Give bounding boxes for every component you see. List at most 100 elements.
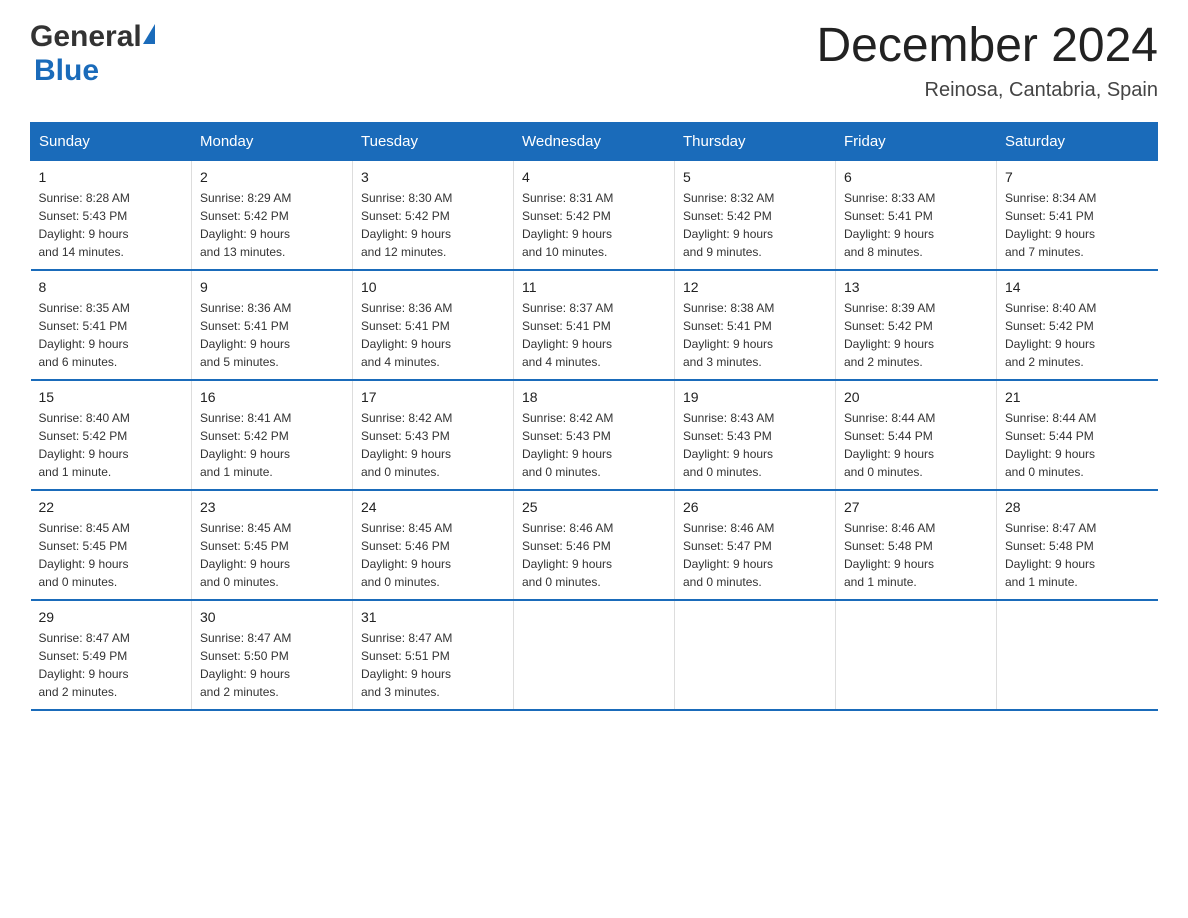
day-info: Sunrise: 8:42 AMSunset: 5:43 PMDaylight:…	[361, 409, 505, 481]
logo-blue-text: Blue	[34, 54, 99, 87]
day-info: Sunrise: 8:29 AMSunset: 5:42 PMDaylight:…	[200, 189, 344, 261]
day-cell: 24 Sunrise: 8:45 AMSunset: 5:46 PMDayligh…	[353, 490, 514, 600]
day-cell	[675, 600, 836, 710]
header-saturday: Saturday	[997, 122, 1158, 160]
day-cell: 17 Sunrise: 8:42 AMSunset: 5:43 PMDayligh…	[353, 380, 514, 490]
day-number: 14	[1005, 279, 1150, 295]
day-cell: 28 Sunrise: 8:47 AMSunset: 5:48 PMDayligh…	[997, 490, 1158, 600]
day-number: 24	[361, 499, 505, 515]
day-info: Sunrise: 8:28 AMSunset: 5:43 PMDaylight:…	[39, 189, 184, 261]
logo-general-text: General	[30, 20, 142, 54]
day-cell	[514, 600, 675, 710]
day-number: 1	[39, 169, 184, 185]
day-number: 2	[200, 169, 344, 185]
day-cell: 5 Sunrise: 8:32 AMSunset: 5:42 PMDaylight…	[675, 160, 836, 270]
day-number: 27	[844, 499, 988, 515]
day-info: Sunrise: 8:44 AMSunset: 5:44 PMDaylight:…	[1005, 409, 1150, 481]
day-info: Sunrise: 8:36 AMSunset: 5:41 PMDaylight:…	[361, 299, 505, 371]
day-info: Sunrise: 8:40 AMSunset: 5:42 PMDaylight:…	[1005, 299, 1150, 371]
day-number: 28	[1005, 499, 1150, 515]
day-info: Sunrise: 8:46 AMSunset: 5:47 PMDaylight:…	[683, 519, 827, 591]
day-number: 31	[361, 609, 505, 625]
day-info: Sunrise: 8:47 AMSunset: 5:48 PMDaylight:…	[1005, 519, 1150, 591]
day-cell: 19Sunrise: 8:43 AMSunset: 5:43 PMDayligh…	[675, 380, 836, 490]
day-number: 7	[1005, 169, 1150, 185]
month-title: December 2024	[816, 20, 1158, 73]
day-info: Sunrise: 8:44 AMSunset: 5:44 PMDaylight:…	[844, 409, 988, 481]
day-info: Sunrise: 8:47 AMSunset: 5:51 PMDaylight:…	[361, 629, 505, 701]
day-cell: 22Sunrise: 8:45 AMSunset: 5:45 PMDayligh…	[31, 490, 192, 600]
day-number: 21	[1005, 389, 1150, 405]
calendar-table: SundayMondayTuesdayWednesdayThursdayFrid…	[30, 122, 1158, 711]
day-number: 4	[522, 169, 666, 185]
day-cell: 6Sunrise: 8:33 AMSunset: 5:41 PMDaylight…	[836, 160, 997, 270]
header-tuesday: Tuesday	[353, 122, 514, 160]
day-number: 9	[200, 279, 344, 295]
header-thursday: Thursday	[675, 122, 836, 160]
day-number: 10	[361, 279, 505, 295]
day-info: Sunrise: 8:36 AMSunset: 5:41 PMDaylight:…	[200, 299, 344, 371]
week-row-2: 8 Sunrise: 8:35 AMSunset: 5:41 PMDaylight…	[31, 270, 1158, 380]
day-number: 11	[522, 279, 666, 295]
day-number: 22	[39, 499, 184, 515]
day-cell: 4Sunrise: 8:31 AMSunset: 5:42 PMDaylight…	[514, 160, 675, 270]
logo-triangle-icon	[143, 24, 155, 44]
day-number: 18	[522, 389, 666, 405]
day-cell: 23 Sunrise: 8:45 AMSunset: 5:45 PMDayligh…	[192, 490, 353, 600]
day-cell: 18 Sunrise: 8:42 AMSunset: 5:43 PMDayligh…	[514, 380, 675, 490]
week-row-3: 15Sunrise: 8:40 AMSunset: 5:42 PMDayligh…	[31, 380, 1158, 490]
day-cell: 30Sunrise: 8:47 AMSunset: 5:50 PMDayligh…	[192, 600, 353, 710]
day-cell: 9 Sunrise: 8:36 AMSunset: 5:41 PMDaylight…	[192, 270, 353, 380]
day-cell: 20Sunrise: 8:44 AMSunset: 5:44 PMDayligh…	[836, 380, 997, 490]
week-row-4: 22 Sunrise: 8:45 AMSunset: 5:45 PMDayligh…	[31, 490, 1158, 600]
day-number: 12	[683, 279, 827, 295]
day-info: Sunrise: 8:42 AMSunset: 5:43 PMDaylight:…	[522, 409, 666, 481]
day-cell: 8 Sunrise: 8:35 AMSunset: 5:41 PMDaylight…	[31, 270, 192, 380]
location-title: Reinosa, Cantabria, Spain	[816, 79, 1158, 102]
day-cell: 1 Sunrise: 8:28 AMSunset: 5:43 PMDaylight…	[31, 160, 192, 270]
day-number: 8	[39, 279, 184, 295]
day-number: 23	[200, 499, 344, 515]
day-cell: 2 Sunrise: 8:29 AMSunset: 5:42 PMDaylight…	[192, 160, 353, 270]
header-friday: Friday	[836, 122, 997, 160]
day-cell: 27 Sunrise: 8:46 AMSunset: 5:48 PMDayligh…	[836, 490, 997, 600]
day-cell: 11 Sunrise: 8:37 AMSunset: 5:41 PMDayligh…	[514, 270, 675, 380]
day-cell: 21 Sunrise: 8:44 AMSunset: 5:44 PMDayligh…	[997, 380, 1158, 490]
day-cell: 15Sunrise: 8:40 AMSunset: 5:42 PMDayligh…	[31, 380, 192, 490]
day-number: 29	[39, 609, 184, 625]
day-info: Sunrise: 8:38 AMSunset: 5:41 PMDaylight:…	[683, 299, 827, 371]
day-info: Sunrise: 8:45 AMSunset: 5:45 PMDaylight:…	[200, 519, 344, 591]
page-header: General Blue December 2024 Reinosa, Cant…	[30, 20, 1158, 102]
day-info: Sunrise: 8:47 AMSunset: 5:49 PMDaylight:…	[39, 629, 184, 701]
day-cell: 10 Sunrise: 8:36 AMSunset: 5:41 PMDayligh…	[353, 270, 514, 380]
day-number: 5	[683, 169, 827, 185]
week-row-5: 29 Sunrise: 8:47 AMSunset: 5:49 PMDayligh…	[31, 600, 1158, 710]
day-cell: 29 Sunrise: 8:47 AMSunset: 5:49 PMDayligh…	[31, 600, 192, 710]
day-info: Sunrise: 8:45 AMSunset: 5:46 PMDaylight:…	[361, 519, 505, 591]
day-info: Sunrise: 8:32 AMSunset: 5:42 PMDaylight:…	[683, 189, 827, 261]
day-number: 13	[844, 279, 988, 295]
day-number: 16	[200, 389, 344, 405]
day-number: 15	[39, 389, 184, 405]
week-row-1: 1 Sunrise: 8:28 AMSunset: 5:43 PMDaylight…	[31, 160, 1158, 270]
day-cell: 31 Sunrise: 8:47 AMSunset: 5:51 PMDayligh…	[353, 600, 514, 710]
day-info: Sunrise: 8:47 AMSunset: 5:50 PMDaylight:…	[200, 629, 344, 701]
day-info: Sunrise: 8:33 AMSunset: 5:41 PMDaylight:…	[844, 189, 988, 261]
day-cell: 26 Sunrise: 8:46 AMSunset: 5:47 PMDayligh…	[675, 490, 836, 600]
day-cell: 13Sunrise: 8:39 AMSunset: 5:42 PMDayligh…	[836, 270, 997, 380]
logo: General Blue	[30, 20, 155, 88]
day-cell: 16Sunrise: 8:41 AMSunset: 5:42 PMDayligh…	[192, 380, 353, 490]
day-cell: 3Sunrise: 8:30 AMSunset: 5:42 PMDaylight…	[353, 160, 514, 270]
day-number: 26	[683, 499, 827, 515]
day-info: Sunrise: 8:35 AMSunset: 5:41 PMDaylight:…	[39, 299, 184, 371]
day-cell	[836, 600, 997, 710]
day-info: Sunrise: 8:34 AMSunset: 5:41 PMDaylight:…	[1005, 189, 1150, 261]
day-info: Sunrise: 8:30 AMSunset: 5:42 PMDaylight:…	[361, 189, 505, 261]
day-number: 25	[522, 499, 666, 515]
day-number: 17	[361, 389, 505, 405]
header-sunday: Sunday	[31, 122, 192, 160]
day-info: Sunrise: 8:43 AMSunset: 5:43 PMDaylight:…	[683, 409, 827, 481]
header-wednesday: Wednesday	[514, 122, 675, 160]
day-info: Sunrise: 8:46 AMSunset: 5:48 PMDaylight:…	[844, 519, 988, 591]
day-info: Sunrise: 8:37 AMSunset: 5:41 PMDaylight:…	[522, 299, 666, 371]
